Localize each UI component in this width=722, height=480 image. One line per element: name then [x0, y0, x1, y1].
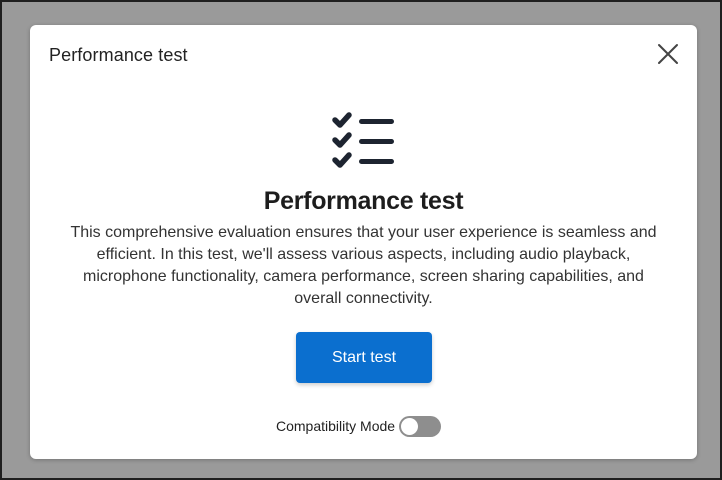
toggle-knob — [401, 417, 419, 435]
compatibility-mode-label: Compatibility Mode — [276, 418, 396, 434]
checklist-icon — [331, 111, 397, 171]
close-button[interactable] — [655, 41, 681, 67]
dialog-header-title: Performance test — [49, 45, 188, 65]
performance-test-dialog: Performance test Performance test This c… — [30, 25, 697, 459]
compatibility-mode-toggle[interactable] — [399, 415, 442, 437]
start-test-button[interactable]: Start test — [296, 332, 432, 383]
dialog-title: Performance test — [263, 187, 464, 215]
close-icon — [655, 41, 681, 67]
modal-backdrop: Performance test Performance test This c… — [0, 0, 722, 480]
compatibility-mode-row: Compatibility Mode — [276, 415, 442, 437]
dialog-description: This comprehensive evaluation ensures th… — [70, 224, 657, 307]
